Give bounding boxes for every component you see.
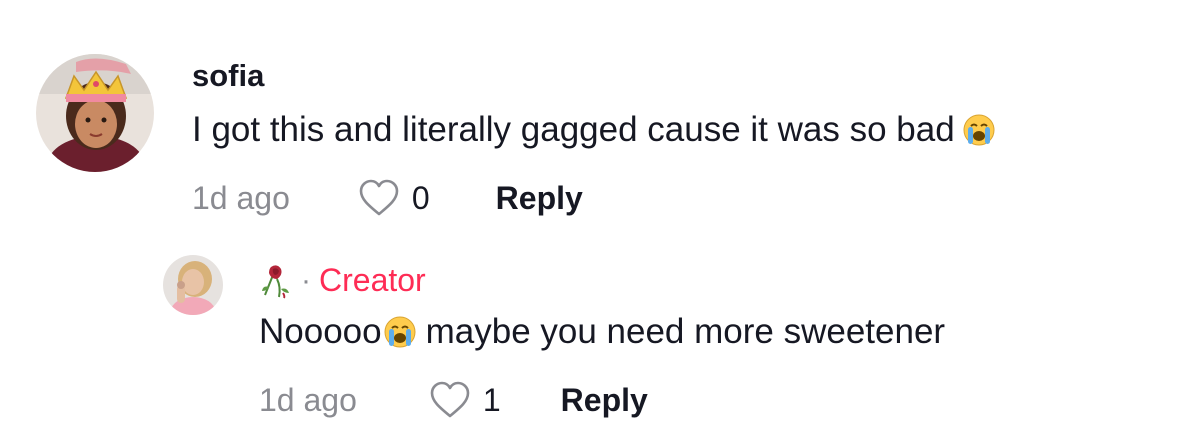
reply-like-count: 1	[482, 381, 501, 418]
reply-meta: 1d ago 1 Reply	[259, 378, 648, 422]
heart-outline-icon[interactable]	[358, 178, 400, 218]
avatar[interactable]	[36, 54, 154, 172]
loudly-crying-face-icon	[384, 316, 416, 348]
comment-thread: sofia I got this and literally gagged ca…	[0, 0, 1200, 428]
heart-outline-icon[interactable]	[429, 380, 471, 420]
wilted-rose-icon[interactable]	[259, 263, 293, 299]
like-count: 0	[411, 179, 430, 216]
reply-text-start: Nooooo	[259, 312, 382, 351]
creator-badge: Creator	[319, 262, 426, 298]
avatar-image	[36, 54, 154, 172]
reply-reply-button[interactable]: Reply	[561, 382, 648, 419]
reply-header: · Creator	[259, 262, 426, 299]
loudly-crying-face-icon	[963, 114, 995, 146]
reply-like-button[interactable]: 1	[429, 380, 501, 420]
reply-text-end: maybe you need more sweetener	[425, 312, 946, 351]
comment-meta: 1d ago 0 Reply	[192, 176, 583, 220]
comment-text: I got this and literally gagged cause it…	[192, 110, 955, 149]
comment-body: I got this and literally gagged cause it…	[192, 110, 995, 150]
comment-username[interactable]: sofia	[192, 58, 264, 94]
like-button[interactable]: 0	[358, 178, 430, 218]
comment-time: 1d ago	[192, 179, 290, 216]
reply-body: Nooooo maybe you need more sweetener	[259, 312, 945, 352]
reply-time: 1d ago	[259, 381, 357, 418]
reply-button[interactable]: Reply	[496, 180, 583, 217]
reply-avatar[interactable]	[163, 255, 223, 315]
reply-avatar-image	[163, 255, 223, 315]
previous-comment-fragment	[250, 0, 260, 8]
separator-dot: ·	[301, 263, 311, 297]
